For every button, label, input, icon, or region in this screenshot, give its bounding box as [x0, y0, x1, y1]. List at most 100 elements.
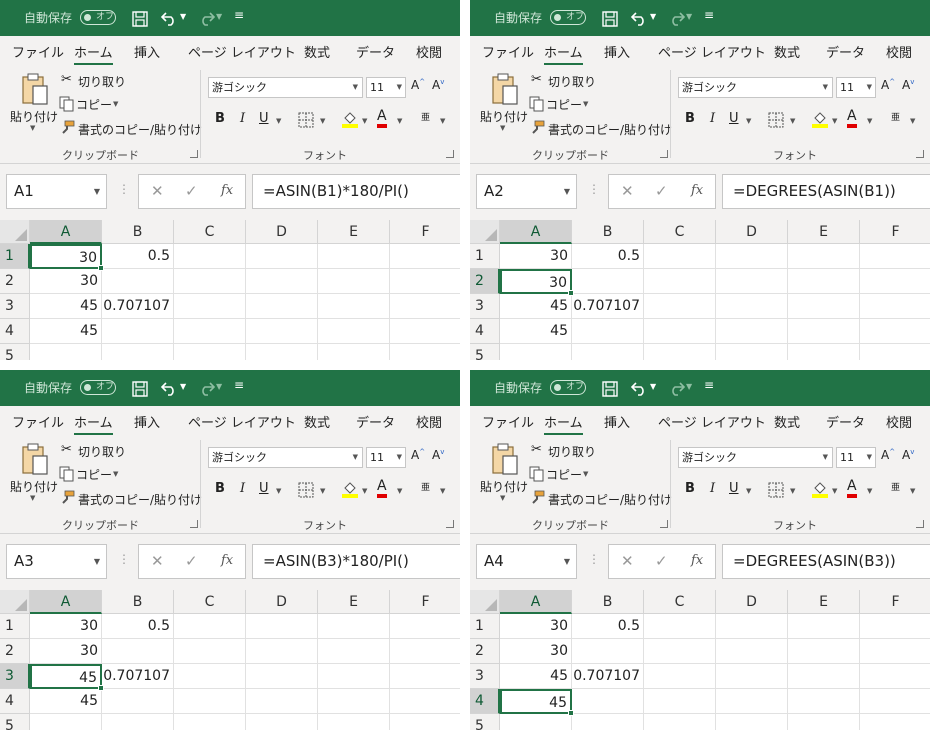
- row-header-5[interactable]: 5: [0, 714, 30, 730]
- paste-icon[interactable]: [20, 72, 50, 108]
- paste-label[interactable]: 貼り付け: [480, 478, 528, 495]
- cell-e4[interactable]: [318, 689, 390, 714]
- paste-label[interactable]: 貼り付け: [10, 108, 58, 125]
- undo-icon[interactable]: [160, 9, 180, 27]
- tab-data[interactable]: データ: [826, 42, 865, 61]
- tab-formulas[interactable]: 数式: [774, 412, 800, 431]
- cell-d4[interactable]: [246, 689, 318, 714]
- formula-input[interactable]: =ASIN(B3)*180/PI(): [252, 544, 460, 579]
- cell-d3[interactable]: [246, 664, 318, 689]
- copy-label[interactable]: コピー: [546, 466, 582, 483]
- enter-icon[interactable]: ✓: [185, 182, 198, 200]
- autosave-toggle[interactable]: オフ: [550, 10, 586, 25]
- cell-c2[interactable]: [644, 639, 716, 664]
- paste-label[interactable]: 貼り付け: [480, 108, 528, 125]
- cell-c5[interactable]: [174, 714, 246, 730]
- column-header-f[interactable]: F: [390, 590, 460, 614]
- tab-page-layout[interactable]: ページ レイアウト: [188, 42, 296, 61]
- font-size-box[interactable]: 11 ▼: [366, 77, 406, 98]
- cell-c4[interactable]: [644, 319, 716, 344]
- phonetic-dropdown-icon[interactable]: ▼: [910, 487, 915, 495]
- copy-dropdown-icon[interactable]: ▼: [583, 470, 588, 478]
- cut-label[interactable]: 切り取り: [548, 443, 596, 460]
- cell-f3[interactable]: [390, 294, 460, 319]
- name-box-dropdown-icon[interactable]: ▼: [564, 545, 570, 578]
- copy-label[interactable]: コピー: [76, 96, 112, 113]
- autosave-toggle[interactable]: オフ: [80, 380, 116, 395]
- cell-e4[interactable]: [788, 689, 860, 714]
- cell-b4[interactable]: [102, 689, 174, 714]
- autosave-toggle[interactable]: オフ: [80, 10, 116, 25]
- cut-label[interactable]: 切り取り: [548, 73, 596, 90]
- cell-a4[interactable]: 45: [500, 689, 574, 716]
- cell-c2[interactable]: [174, 639, 246, 664]
- row-header-2[interactable]: 2: [470, 639, 500, 664]
- tab-review[interactable]: 校閲: [416, 42, 442, 61]
- customize-qat-icon[interactable]: ≡: [234, 8, 244, 22]
- font-launcher-icon[interactable]: [916, 150, 924, 158]
- format-painter-label[interactable]: 書式のコピー/貼り付け: [78, 121, 202, 138]
- phonetic-guide-icon[interactable]: 亜: [421, 110, 430, 123]
- cell-a1[interactable]: 30: [500, 244, 572, 269]
- grow-font-icon[interactable]: A^: [411, 78, 425, 92]
- format-painter-label[interactable]: 書式のコピー/貼り付け: [548, 491, 672, 508]
- cell-c1[interactable]: [174, 244, 246, 269]
- underline-dropdown-icon[interactable]: ▼: [276, 117, 281, 125]
- cut-label[interactable]: 切り取り: [78, 443, 126, 460]
- fill-handle[interactable]: [98, 265, 104, 271]
- cell-b5[interactable]: [572, 714, 644, 730]
- cell-a2[interactable]: 30: [500, 639, 572, 664]
- underline-button[interactable]: U: [259, 481, 269, 496]
- cell-b3[interactable]: 0.707107: [102, 294, 174, 319]
- save-icon[interactable]: [131, 10, 149, 28]
- borders-dropdown-icon[interactable]: ▼: [320, 117, 325, 125]
- cell-b3[interactable]: 0.707107: [102, 664, 174, 689]
- cell-b1[interactable]: 0.5: [102, 614, 174, 639]
- grow-font-icon[interactable]: A^: [411, 448, 425, 462]
- borders-icon[interactable]: [298, 112, 314, 128]
- cell-d4[interactable]: [246, 319, 318, 344]
- borders-icon[interactable]: [768, 112, 784, 128]
- copy-dropdown-icon[interactable]: ▼: [113, 470, 118, 478]
- tab-home[interactable]: ホーム: [544, 42, 583, 65]
- cell-b4[interactable]: [572, 689, 644, 714]
- redo-icon[interactable]: [666, 9, 686, 27]
- cell-c3[interactable]: [174, 664, 246, 689]
- undo-dropdown-icon[interactable]: ▼: [650, 12, 656, 21]
- cell-e2[interactable]: [318, 269, 390, 294]
- cell-e5[interactable]: [318, 714, 390, 730]
- fill-color-icon[interactable]: [811, 480, 829, 498]
- underline-dropdown-icon[interactable]: ▼: [746, 117, 751, 125]
- phonetic-guide-icon[interactable]: 亜: [891, 110, 900, 123]
- copy-icon[interactable]: [529, 96, 545, 112]
- redo-icon[interactable]: [196, 9, 216, 27]
- formula-bar-grip-icon[interactable]: ⋮: [588, 552, 600, 566]
- cell-d2[interactable]: [246, 269, 318, 294]
- tab-home[interactable]: ホーム: [544, 412, 583, 435]
- insert-function-icon[interactable]: fx: [691, 553, 703, 568]
- phonetic-guide-icon[interactable]: 亜: [421, 480, 430, 493]
- row-header-2[interactable]: 2: [470, 269, 500, 294]
- cell-a2[interactable]: 30: [30, 639, 102, 664]
- redo-dropdown-icon[interactable]: ▼: [686, 12, 692, 21]
- font-size-dropdown-icon[interactable]: ▼: [867, 448, 872, 467]
- fill-handle[interactable]: [568, 290, 574, 296]
- row-header-4[interactable]: 4: [0, 319, 30, 344]
- font-name-box[interactable]: 游ゴシック ▼: [208, 77, 363, 98]
- select-all-button[interactable]: [0, 220, 30, 244]
- tab-insert[interactable]: 挿入: [604, 42, 630, 61]
- cell-e2[interactable]: [788, 269, 860, 294]
- cell-e3[interactable]: [318, 664, 390, 689]
- name-box[interactable]: A3 ▼: [6, 544, 107, 579]
- cell-b3[interactable]: 0.707107: [572, 294, 644, 319]
- tab-formulas[interactable]: 数式: [304, 412, 330, 431]
- column-header-b[interactable]: B: [572, 220, 644, 244]
- fill-color-dropdown-icon[interactable]: ▼: [362, 117, 367, 125]
- tab-home[interactable]: ホーム: [74, 42, 113, 65]
- worksheet-grid[interactable]: A B C D E F 1 2 3 4 5 30 0.5 30 45 0.707…: [470, 590, 930, 730]
- copy-label[interactable]: コピー: [76, 466, 112, 483]
- row-header-1[interactable]: 1: [0, 244, 30, 269]
- column-header-d[interactable]: D: [246, 220, 318, 244]
- phonetic-guide-icon[interactable]: 亜: [891, 480, 900, 493]
- fill-color-icon[interactable]: [341, 480, 359, 498]
